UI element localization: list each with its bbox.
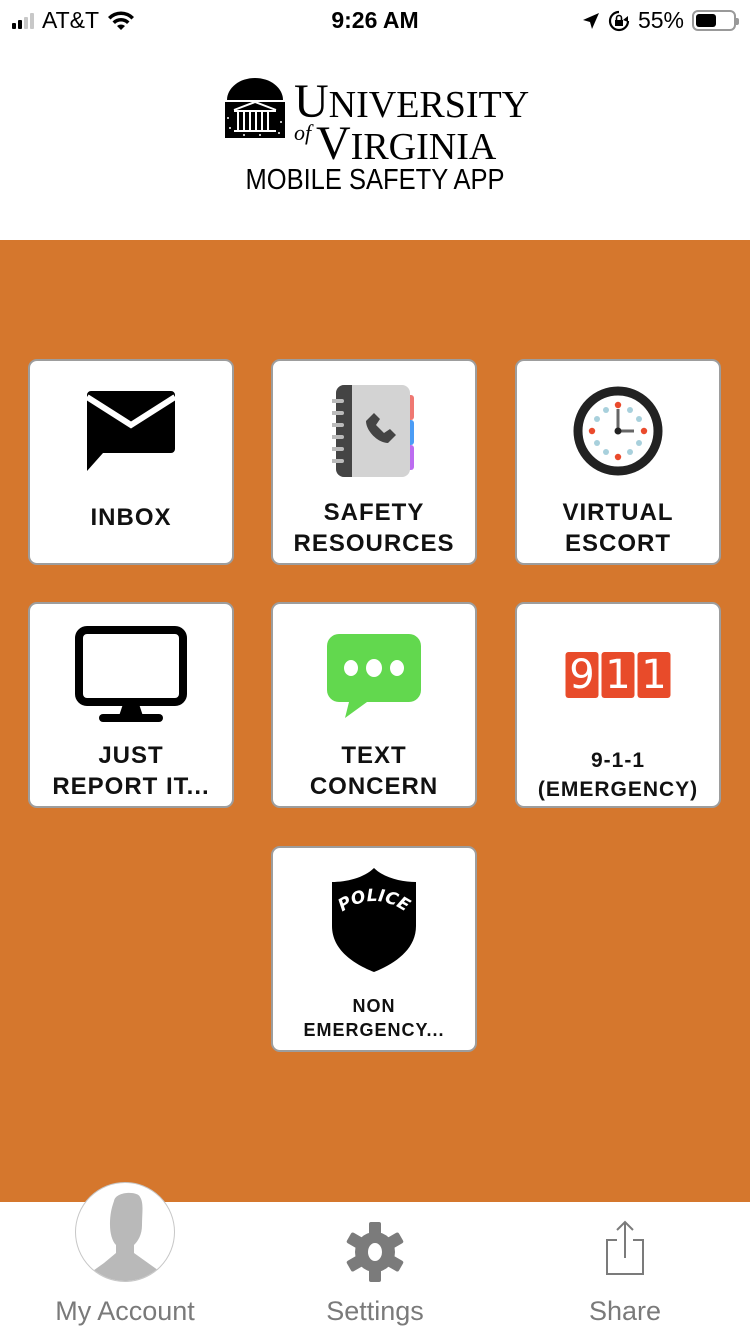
location-arrow-icon — [582, 12, 599, 29]
clock-icon — [573, 386, 663, 476]
safety-resources-label: SAFETY RESOURCES — [293, 499, 455, 557]
digit-9: 9 — [565, 652, 599, 698]
settings-label: Settings — [326, 1296, 424, 1326]
emergency-911-tile[interactable]: 9 1 1 9-1-1 (EMERGENCY) — [515, 602, 721, 808]
envelope-chat-icon — [85, 391, 177, 471]
tab-my-account[interactable]: My Account — [0, 1182, 250, 1334]
address-book-phone-icon — [332, 385, 414, 477]
my-account-label: My Account — [55, 1296, 195, 1326]
tab-settings[interactable]: Settings — [250, 1202, 500, 1334]
digit-1b: 1 — [637, 652, 671, 698]
text-concern-tile[interactable]: TEXT CONCERN — [271, 602, 477, 808]
share-label: Share — [588, 1296, 662, 1326]
monitor-icon — [75, 626, 187, 722]
non-emergency-tile[interactable]: POLICE NON EMERGENCY... — [271, 846, 477, 1052]
logo-virginia: IRGINIA — [350, 126, 497, 168]
digit-1a: 1 — [601, 652, 635, 698]
rotunda-icon — [225, 78, 285, 138]
virtual-escort-tile[interactable]: VIRTUAL ESCORT — [515, 359, 721, 565]
inbox-tile[interactable]: INBOX — [28, 359, 234, 565]
speech-bubble-icon — [327, 634, 421, 718]
battery-icon — [692, 10, 739, 31]
virtual-escort-label: VIRTUAL ESCORT — [562, 499, 674, 557]
status-bar: AT&T 9:26 AM 55% — [0, 0, 750, 42]
just-report-it-label: JUST REPORT IT... — [52, 742, 210, 800]
logo-of: of — [294, 120, 312, 145]
tile-grid: INBOX SAFETY RESOURCES VIRTUAL ESCORT JU… — [0, 240, 750, 1202]
text-concern-label: TEXT CONCERN — [309, 742, 439, 800]
header: UNIVERSITY of VIRGINIA MOBILE SAFETY APP — [0, 42, 750, 240]
tab-bar: My Account Settings Share — [0, 1182, 750, 1334]
avatar-icon — [75, 1182, 175, 1282]
tab-share[interactable]: Share — [500, 1202, 750, 1334]
share-icon — [606, 1220, 644, 1275]
logo-initial-v: V — [316, 117, 351, 170]
emergency-911-label: 9-1-1 (EMERGENCY) — [537, 749, 699, 801]
police-badge-icon: POLICE — [332, 868, 416, 972]
battery-percent: 55% — [637, 7, 684, 33]
gear-icon — [346, 1222, 404, 1282]
safety-resources-tile[interactable]: SAFETY RESOURCES — [271, 359, 477, 565]
orientation-lock-icon — [608, 10, 630, 31]
app-title: MOBILE SAFETY APP — [245, 164, 505, 196]
911-icon: 9 1 1 — [565, 652, 671, 698]
non-emergency-label: NON EMERGENCY... — [303, 996, 445, 1040]
just-report-it-tile[interactable]: JUST REPORT IT... — [28, 602, 234, 808]
uva-logo: UNIVERSITY of VIRGINIA — [224, 78, 529, 168]
inbox-label: INBOX — [90, 504, 172, 531]
